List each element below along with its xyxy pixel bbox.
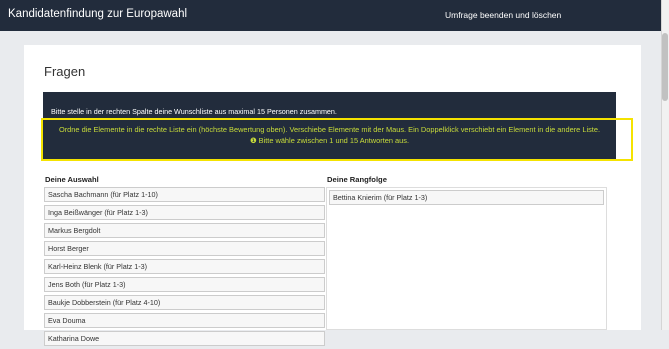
app-title: Kandidatenfindung zur Europawahl [8,8,188,20]
left-list-title: Deine Auswahl [45,175,99,184]
question-text: Bitte stelle in der rechten Spalte deine… [51,107,337,116]
end-and-delete-survey-link[interactable]: Umfrage beenden und löschen [445,10,561,20]
list-item[interactable]: Sascha Bachmann (für Platz 1-10) [44,187,325,202]
highlight-box [41,118,633,161]
list-item[interactable]: Baukje Dobberstein (für Platz 4-10) [44,295,325,310]
list-item[interactable]: Jens Both (für Platz 1-3) [44,277,325,292]
list-item[interactable]: Horst Berger [44,241,325,256]
scrollbar-thumb[interactable] [662,33,668,101]
available-candidates-list: Sascha Bachmann (für Platz 1-10) Inga Be… [44,187,325,349]
list-item[interactable]: Eva Douma [44,313,325,328]
list-item[interactable]: Inga Beißwänger (für Platz 1-3) [44,205,325,220]
top-navbar: Kandidatenfindung zur Europawahl Umfrage… [0,0,661,31]
page-title: Fragen [44,64,86,79]
list-item[interactable]: Markus Bergdolt [44,223,325,238]
right-list-title: Deine Rangfolge [327,175,387,184]
ranking-list[interactable]: Bettina Knierim (für Platz 1-3) [326,187,607,330]
list-item[interactable]: Katharina Dowe [44,331,325,346]
list-item[interactable]: Bettina Knierim (für Platz 1-3) [329,190,604,205]
list-item[interactable]: Karl-Heinz Blenk (für Platz 1-3) [44,259,325,274]
